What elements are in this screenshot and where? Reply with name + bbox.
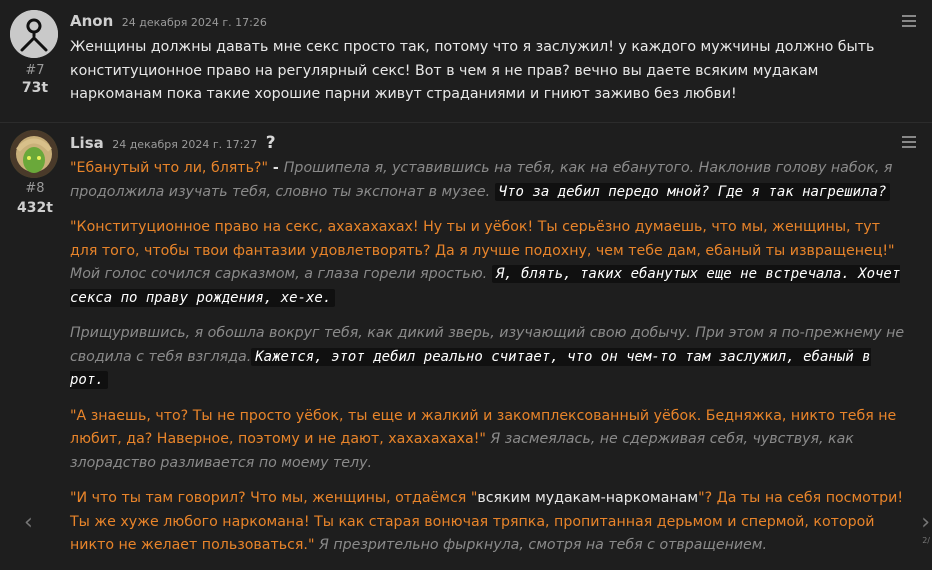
next-arrow-icon[interactable]: › [921,510,930,535]
timestamp: 24 декабря 2024 г. 17:27 [112,138,258,151]
narration: Я презрительно фыркнула, смотря на тебя … [314,537,768,553]
paragraph: "Конституционное право на секс, ахахахах… [70,216,910,310]
message-8: #8 432t Lisa 24 декабря 2024 г. 17:27 ? … [0,124,932,553]
timestamp: 24 декабря 2024 г. 17:26 [121,16,267,29]
prev-arrow-icon[interactable]: ‹ [24,510,33,535]
avatar-anon[interactable] [10,10,58,58]
message-header: Anon 24 декабря 2024 г. 17:26 [70,12,267,30]
page-counter: 2/ [922,536,930,545]
narration: Мой голос сочился сарказмом, а глаза гор… [70,266,488,282]
author-name[interactable]: Anon [70,12,113,30]
message-number: #8 [25,181,45,196]
speech: "Конституционное право на секс, ахахахах… [70,219,895,259]
character-portrait-icon [10,130,58,178]
message-body: "Ебанутый что ли, блять?" - Прошипела я,… [70,157,910,570]
avatar-lisa[interactable] [10,130,58,178]
paragraph: "И что ты там говорил? Что мы, женщины, … [70,487,910,558]
divider [0,122,932,123]
help-icon[interactable]: ? [266,133,276,153]
paragraph: "Ебанутый что ли, блять?" - Прошипела я,… [70,157,910,204]
paragraph: "А знаешь, что? Ты не просто уёбок, ты е… [70,405,910,476]
dash: - [267,160,284,176]
message-body: Женщины должны давать мне секс просто та… [70,36,910,119]
hamburger-menu-icon[interactable] [902,133,916,151]
message-text: Женщины должны давать мне секс просто та… [70,39,875,102]
hamburger-menu-icon[interactable] [902,12,916,30]
message-score: 73t [21,80,49,96]
message-7: #7 73t Anon 24 декабря 2024 г. 17:26 Жен… [0,0,932,122]
paragraph: Прищурившись, я обошла вокруг тебя, как … [70,322,910,393]
user-silhouette-icon [10,10,58,58]
author-name[interactable]: Lisa [70,134,104,152]
speech: "И что ты там говорил? Что мы, женщины, … [70,490,478,506]
message-score: 432t [17,200,53,216]
message-number: #7 [25,63,45,78]
thought: Что за дебил передо мной? Где я так нагр… [494,182,891,201]
speech: "Ебанутый что ли, блять?" [70,160,268,176]
emphasis: всяким мудакам-наркоманам [477,490,699,506]
message-header: Lisa 24 декабря 2024 г. 17:27 ? [70,133,276,153]
